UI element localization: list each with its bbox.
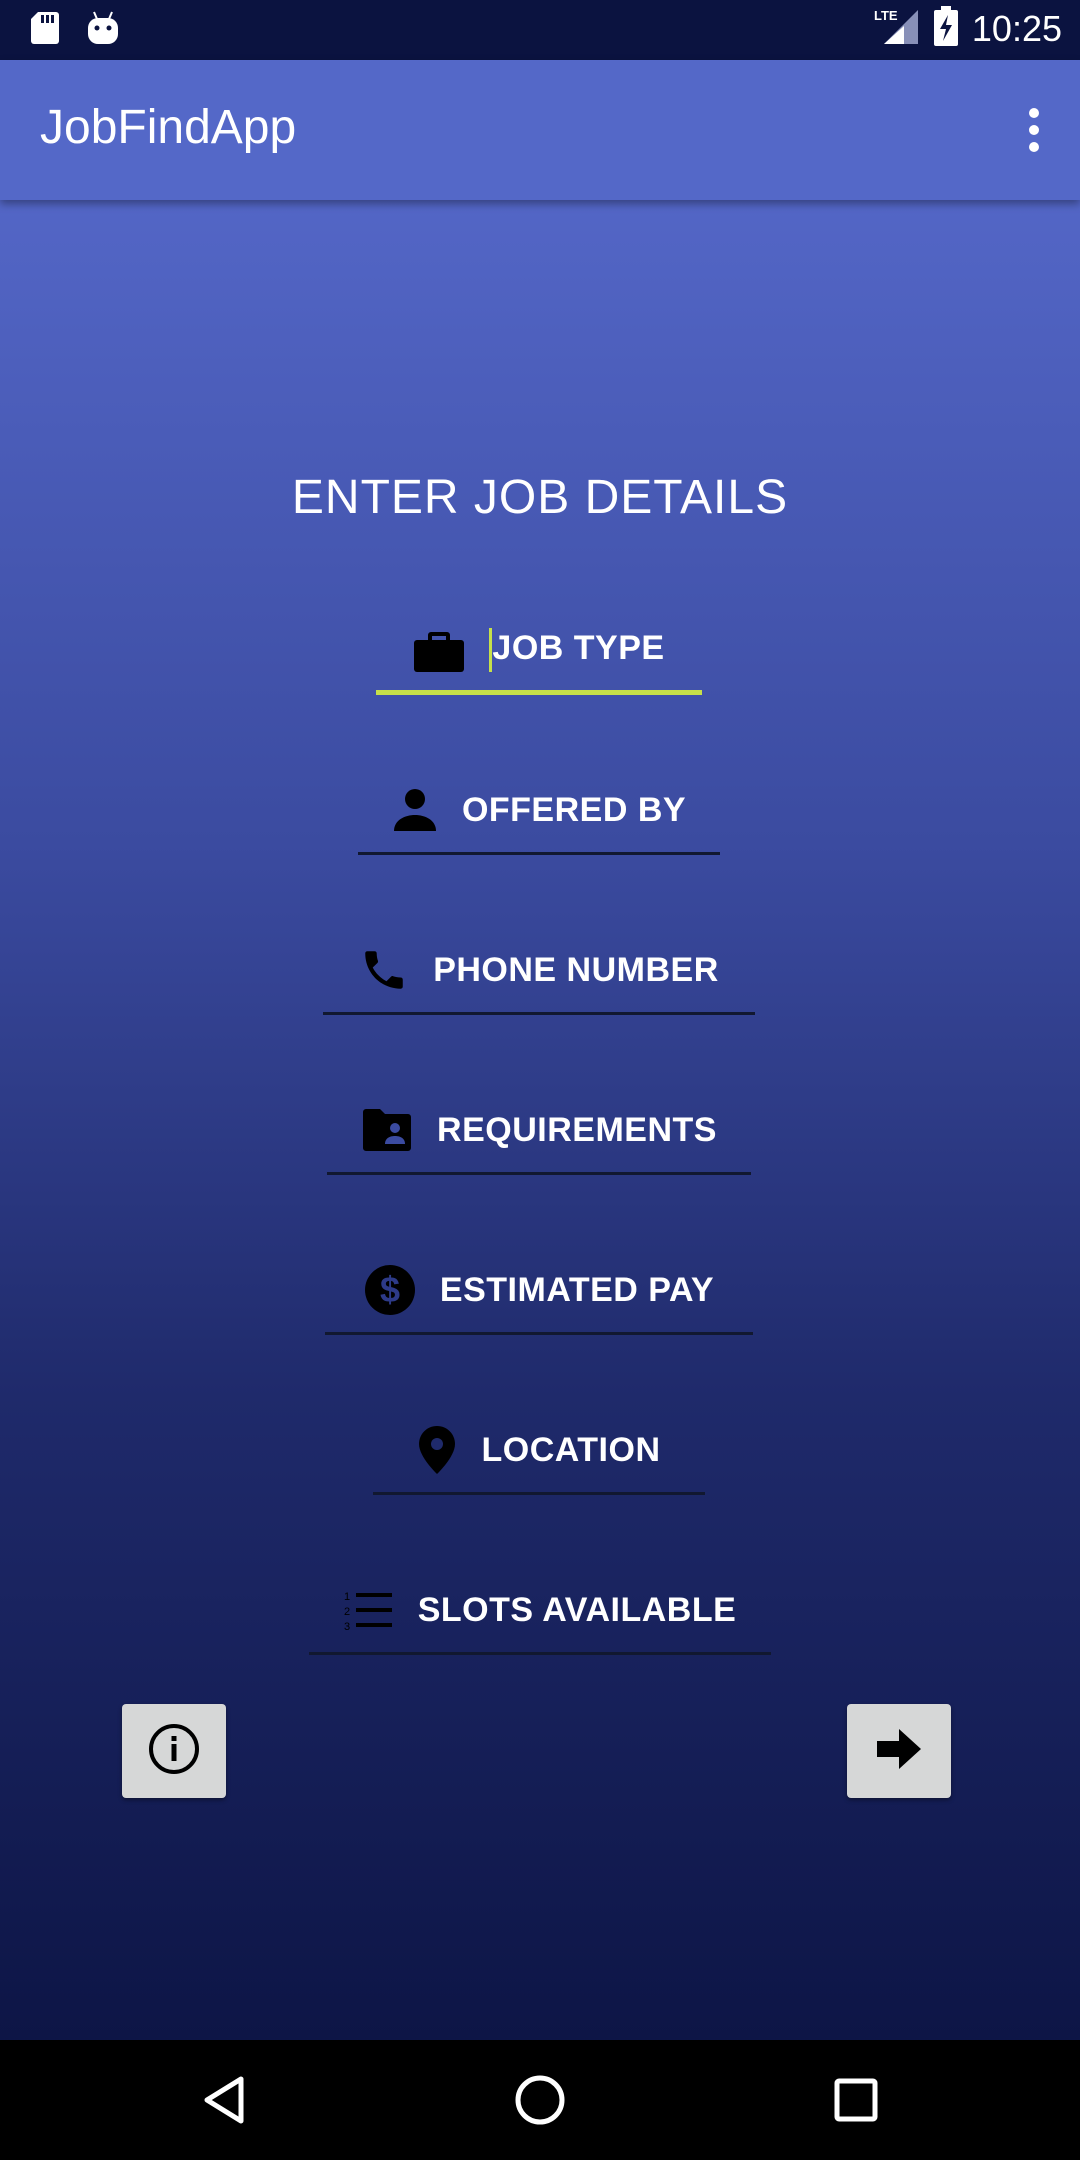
requirements-placeholder: REQUIREMENTS [437, 1110, 717, 1149]
svg-text:$: $ [380, 1269, 400, 1310]
offered-by-field[interactable]: OFFERED BY [358, 765, 720, 855]
location-underline [373, 1492, 705, 1495]
location-placeholder: LOCATION [481, 1430, 661, 1469]
person-icon [392, 787, 438, 833]
app-title: JobFindApp [40, 101, 297, 154]
recents-square-icon [834, 2078, 878, 2122]
dollar-icon: $ [364, 1264, 416, 1316]
offered-by-placeholder: OFFERED BY [461, 790, 687, 829]
svg-text:1: 1 [344, 1591, 350, 1603]
requirements-field[interactable]: REQUIREMENTS [327, 1085, 751, 1175]
home-circle-icon [515, 2075, 565, 2125]
app-bar: JobFindApp [0, 60, 1080, 200]
back-button[interactable] [196, 2070, 256, 2130]
estimated-pay-placeholder: ESTIMATED PAY [439, 1270, 715, 1309]
slots-available-field[interactable]: 1 2 3 SLOTS AVAILABLE [309, 1565, 771, 1655]
network-label: LTE [874, 8, 898, 23]
job-type-field[interactable]: JOB TYPE [376, 605, 702, 695]
phone-icon [359, 945, 409, 995]
page-heading: ENTER JOB DETAILS [291, 471, 789, 524]
job-type-underline [376, 690, 702, 695]
recents-button[interactable] [826, 2070, 886, 2130]
back-triangle-icon [204, 2076, 244, 2124]
slots-available-placeholder: SLOTS AVAILABLE [417, 1590, 737, 1629]
requirements-underline [327, 1172, 751, 1175]
home-button[interactable] [510, 2070, 570, 2130]
svg-text:3: 3 [344, 1621, 350, 1632]
sd-card-icon [30, 10, 60, 51]
svg-text:2: 2 [344, 1606, 350, 1618]
battery-charging-icon [933, 6, 958, 51]
phone-number-field[interactable]: PHONE NUMBER [323, 925, 755, 1015]
info-button[interactable] [122, 1704, 226, 1798]
estimated-pay-underline [325, 1332, 753, 1335]
location-field[interactable]: LOCATION [373, 1405, 705, 1495]
lte-signal-icon: LTE [874, 6, 920, 51]
slots-available-underline [309, 1652, 771, 1655]
overflow-menu-icon[interactable] [1022, 108, 1046, 152]
phone-number-placeholder: PHONE NUMBER [433, 950, 719, 989]
android-icon [86, 10, 120, 51]
system-nav-bar [0, 2040, 1080, 2160]
offered-by-underline [358, 852, 720, 855]
status-clock: 10:25 [971, 7, 1062, 49]
status-bar: LTE 10:25 [0, 0, 1080, 60]
location-pin-icon [417, 1425, 457, 1475]
next-button[interactable] [847, 1704, 951, 1798]
arrow-right-icon [875, 1727, 923, 1776]
info-icon [148, 1723, 200, 1780]
estimated-pay-field[interactable]: $ ESTIMATED PAY [325, 1245, 753, 1335]
main-content: ENTER JOB DETAILS JOB TYPE OFFERED BY PH… [0, 200, 1080, 2040]
briefcase-icon [413, 626, 465, 674]
numbered-list-icon: 1 2 3 [344, 1588, 394, 1632]
folder-shared-icon [361, 1108, 413, 1152]
job-type-placeholder: JOB TYPE [492, 628, 665, 667]
phone-number-underline [323, 1012, 755, 1015]
